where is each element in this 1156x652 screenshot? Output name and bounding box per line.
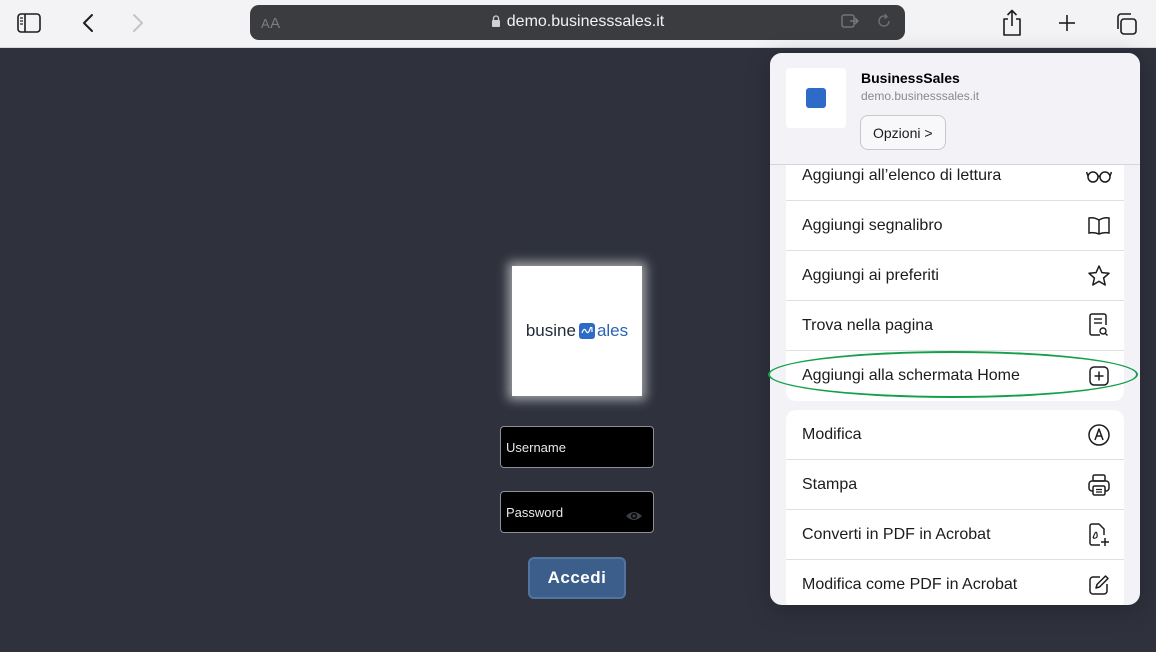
markup-icon: [1086, 422, 1112, 448]
login-button[interactable]: Accedi: [528, 557, 626, 599]
site-domain: demo.businesssales.it: [861, 89, 980, 103]
reload-icon[interactable]: [876, 13, 892, 34]
address-bar[interactable]: AA demo.businesssales.it: [250, 5, 905, 40]
forward-icon[interactable]: [128, 12, 148, 34]
glasses-icon: [1086, 163, 1112, 189]
star-icon: [1086, 263, 1112, 289]
tabs-overview-icon[interactable]: [1113, 11, 1139, 37]
logo-badge-icon: [578, 323, 595, 339]
company-logo: busine ales: [512, 266, 642, 396]
username-field[interactable]: [500, 426, 654, 468]
action-add-favorites[interactable]: Aggiungi ai preferiti: [786, 251, 1124, 301]
action-add-bookmark[interactable]: Aggiungi segnalibro: [786, 201, 1124, 251]
password-field[interactable]: [500, 491, 654, 533]
share-icon[interactable]: [1000, 8, 1024, 38]
browser-toolbar: AA demo.businesssales.it: [0, 0, 1156, 48]
action-label: Modifica: [802, 426, 862, 443]
share-sheet-header: BusinessSales demo.businesssales.it Opzi…: [770, 53, 1140, 165]
extensions-icon[interactable]: [841, 13, 859, 34]
share-sheet: BusinessSales demo.businesssales.it Opzi…: [770, 53, 1140, 605]
action-label: Aggiungi segnalibro: [802, 217, 943, 234]
action-find-in-page[interactable]: Trova nella pagina: [786, 301, 1124, 351]
url-text: demo.businesssales.it: [250, 13, 905, 31]
sidebar-toggle-icon[interactable]: [16, 12, 42, 34]
action-convert-pdf-acrobat[interactable]: Converti in PDF in Acrobat: [786, 510, 1124, 560]
action-label: Modifica come PDF in Acrobat: [802, 576, 1018, 593]
action-label: Trova nella pagina: [802, 317, 934, 334]
logo-text-part2: ales: [596, 321, 629, 340]
printer-icon: [1086, 472, 1112, 498]
action-label: Stampa: [802, 476, 858, 493]
pdf-edit-icon: [1086, 572, 1112, 598]
add-square-icon: [1086, 363, 1112, 389]
action-label: Aggiungi all’elenco di lettura: [802, 167, 1002, 184]
logo-text-part1: busine: [525, 321, 576, 340]
action-edit-pdf-acrobat[interactable]: Modifica come PDF in Acrobat: [786, 560, 1124, 605]
site-title: BusinessSales: [861, 70, 960, 86]
new-tab-icon[interactable]: [1056, 12, 1078, 34]
username-input[interactable]: [501, 427, 653, 467]
back-icon[interactable]: [78, 12, 98, 34]
actions-group-secondary: Modifica Stampa Converti in PDF in Acrob…: [786, 410, 1124, 605]
action-add-to-home-screen[interactable]: Aggiungi alla schermata Home: [786, 351, 1124, 401]
book-icon: [1086, 213, 1112, 239]
action-label: Aggiungi ai preferiti: [802, 267, 939, 284]
action-markup[interactable]: Modifica: [786, 410, 1124, 460]
pdf-convert-icon: [1086, 522, 1112, 548]
options-button[interactable]: Opzioni >: [860, 115, 946, 150]
actions-group-primary: Aggiungi all’elenco di lettura Aggiungi …: [786, 151, 1124, 401]
show-password-icon[interactable]: [625, 510, 643, 522]
action-label: Aggiungi alla schermata Home: [802, 367, 1020, 384]
find-page-icon: [1086, 313, 1112, 339]
lock-icon: [491, 15, 500, 27]
action-label: Converti in PDF in Acrobat: [802, 526, 991, 543]
site-icon: [786, 68, 846, 128]
action-print[interactable]: Stampa: [786, 460, 1124, 510]
